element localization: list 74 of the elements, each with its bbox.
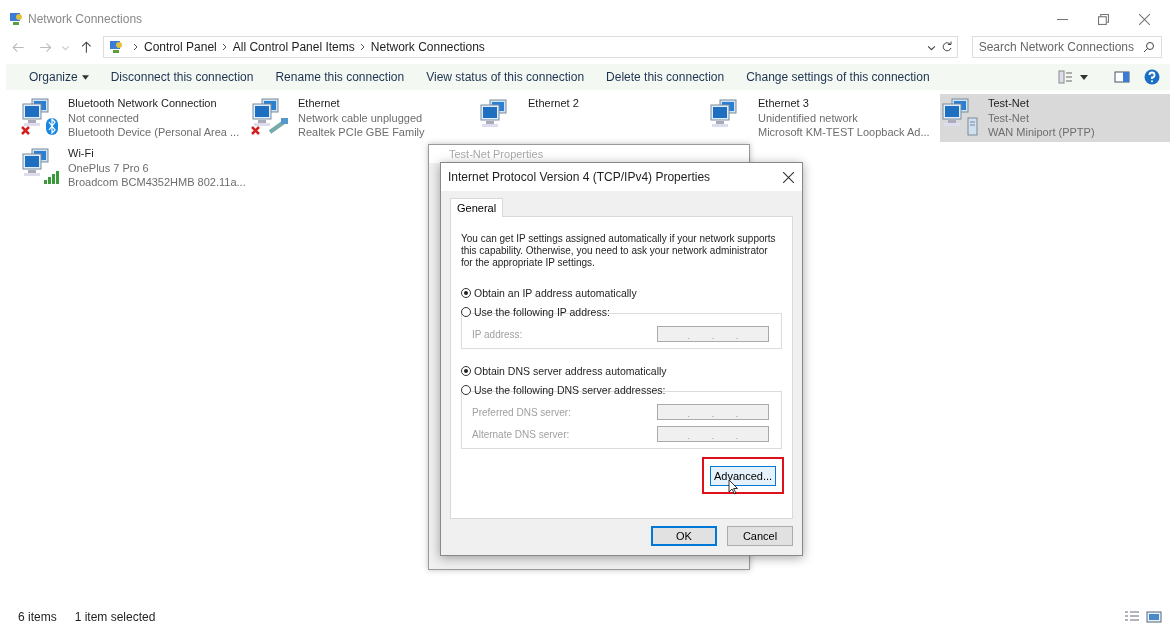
radio-button[interactable]	[461, 384, 471, 395]
connection-name: Test-Net	[988, 96, 1030, 111]
window-title: Test-Net Properties	[449, 148, 544, 160]
radio-label: Use the following DNS server addresses:	[474, 383, 666, 396]
mouse-pointer-icon	[728, 479, 738, 495]
radio-label: Obtain an IP address automatically	[474, 286, 637, 299]
radio-button[interactable]	[461, 365, 471, 376]
up-arrow-icon[interactable]	[80, 40, 93, 54]
field-label: Alternate DNS server:	[472, 428, 570, 440]
field-label: IP address:	[472, 328, 523, 340]
breadcrumb[interactable]: Control Panel	[144, 40, 217, 54]
chevron-right-icon	[221, 43, 228, 51]
connection-item[interactable]: Ethernet 3 Unidentified network Microsoft KM-TEST Loopback Ad...	[710, 94, 940, 142]
radio-option[interactable]: Obtain an IP address automatically	[461, 283, 782, 302]
device-name: Realtek PCIe GBE Family	[298, 125, 425, 140]
connection-name: Ethernet 3	[758, 96, 810, 111]
radio-label: Use the following IP address:	[474, 305, 610, 318]
connection-item[interactable]: Wi-Fi OnePlus 7 Pro 6 Broadcom BCM4352HMB 802.11a...	[20, 144, 250, 192]
connection-name: Ethernet	[298, 96, 341, 111]
refresh-icon[interactable]	[940, 41, 953, 53]
close-icon[interactable]	[783, 171, 794, 183]
device-name: Broadcom BCM4352HMB 802.11a...	[68, 175, 246, 190]
dialog-button[interactable]: OK	[651, 526, 717, 546]
caret-icon[interactable]	[1080, 74, 1088, 80]
address-bar[interactable]: Control Panel All Control Panel Items Network Connections	[103, 36, 958, 58]
connection-status: Network cable unplugged	[298, 110, 424, 125]
device-name: WAN Miniport (PPTP)	[988, 125, 1095, 140]
dialog-button[interactable]: Cancel	[727, 526, 793, 546]
network-folder-icon	[108, 39, 124, 55]
radio-option[interactable]: Use the following IP address:	[461, 302, 782, 321]
dialog-title: Internet Protocol Version 4 (TCP/IPv4) Properties	[448, 170, 711, 184]
description-text: You can get IP settings assigned automatically if your network supports this capability. Otherwise, you need to ask your network administrator for the appropriate IP settings.	[461, 233, 777, 269]
connection-status: Not connected	[68, 110, 140, 125]
radio-button[interactable]	[461, 306, 471, 317]
connection-name: Ethernet 2	[528, 96, 579, 111]
connection-name: Wi-Fi	[68, 146, 95, 161]
help-icon[interactable]	[1144, 69, 1160, 85]
search-icon	[1143, 41, 1155, 53]
item-count: 6 items	[18, 610, 57, 624]
tab[interactable]: General	[450, 198, 504, 217]
window-title: Network Connections	[28, 12, 143, 26]
radio-label: Obtain DNS server address automatically	[474, 364, 667, 377]
device-name: Microsoft KM-TEST Loopback Ad...	[758, 125, 930, 140]
device-name: Bluetooth Device (Personal Area ...	[68, 125, 240, 140]
radio-option[interactable]: Use the following DNS server addresses:	[461, 380, 782, 399]
organize-menu[interactable]: Organize	[18, 70, 100, 84]
radio-option[interactable]: Obtain DNS server address automatically	[461, 361, 782, 380]
preview-pane-icon[interactable]	[1114, 69, 1130, 85]
connection-item[interactable]: Test-Net Test-Net WAN Miniport (PPTP)	[940, 94, 1170, 142]
command-button[interactable]: Delete this connection	[595, 70, 736, 84]
command-button[interactable]: Change settings of this connection	[735, 70, 941, 84]
connection-name: Bluetooth Network Connection	[68, 96, 218, 111]
connection-status: Test-Net	[988, 110, 1030, 125]
command-button[interactable]: View status of this connection	[415, 70, 596, 84]
radio-button[interactable]	[461, 287, 471, 298]
connection-status: Unidentified network	[758, 110, 859, 125]
chevron-right-icon	[359, 43, 366, 51]
selection-count: 1 item selected	[74, 610, 156, 624]
connection-status: OnePlus 7 Pro 6	[68, 160, 150, 175]
connection-item[interactable]: Ethernet 2	[480, 94, 710, 142]
caret-icon	[81, 74, 89, 80]
search-field[interactable]: Search Network Connections	[971, 36, 1162, 58]
large-icons-view-icon[interactable]	[1146, 609, 1162, 625]
breadcrumb[interactable]: Network Connections	[370, 40, 485, 54]
chevron-right-icon	[133, 43, 139, 51]
breadcrumb[interactable]: All Control Panel Items	[232, 40, 355, 54]
command-button[interactable]: Disconnect this connection	[99, 70, 265, 84]
connection-item[interactable]: Ethernet Network cable unplugged Realtek PCIe GBE Family	[250, 94, 480, 142]
field-label: Preferred DNS server:	[472, 406, 571, 418]
command-button[interactable]: Rename this connection	[264, 70, 416, 84]
restore-icon[interactable]	[1098, 13, 1109, 25]
connection-item[interactable]: Bluetooth Network Connection Not connected Bluetooth Device (Personal Area ...	[20, 94, 250, 142]
network-folder-icon	[8, 11, 24, 27]
advanced-button[interactable]: Advanced...	[710, 466, 776, 486]
